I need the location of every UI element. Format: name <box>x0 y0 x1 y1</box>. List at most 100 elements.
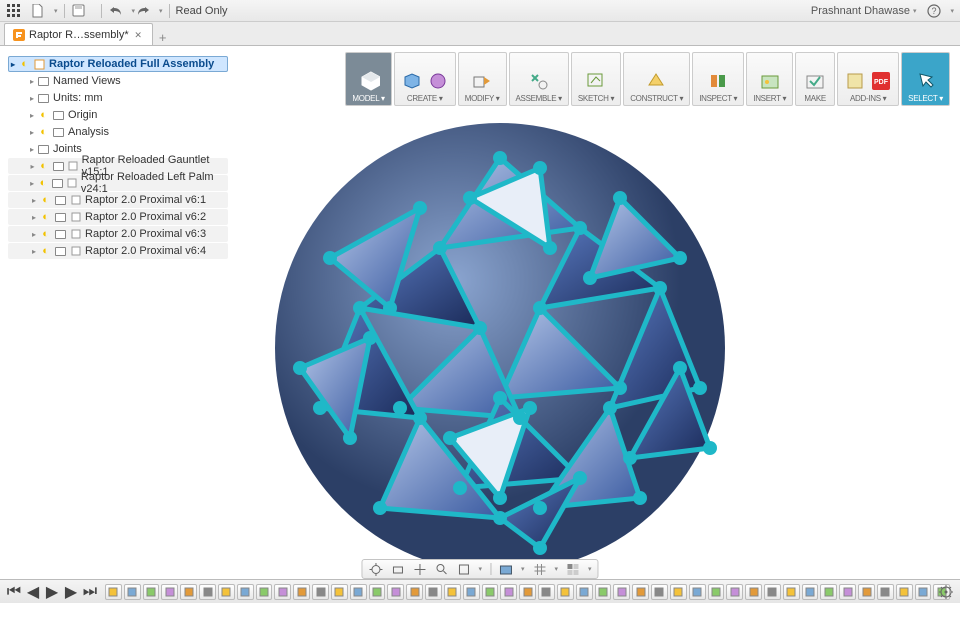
timeline-feature[interactable] <box>274 584 291 600</box>
component-icon <box>70 212 81 223</box>
timeline-feature[interactable] <box>237 584 254 600</box>
browser-row[interactable]: ▸Units: mm <box>8 90 228 106</box>
orbit-icon[interactable] <box>368 562 382 576</box>
ribbon-select[interactable]: SELECT ▾ <box>901 52 950 106</box>
timeline-feature[interactable] <box>444 584 461 600</box>
timeline-feature[interactable] <box>783 584 800 600</box>
ribbon-construct[interactable]: CONSTRUCT ▾ <box>623 52 690 106</box>
timeline-feature[interactable] <box>105 584 122 600</box>
timeline-feature[interactable] <box>764 584 781 600</box>
timeline-feature[interactable] <box>576 584 593 600</box>
timeline-feature[interactable] <box>312 584 329 600</box>
ribbon-assemble[interactable]: ASSEMBLE ▾ <box>509 52 569 106</box>
timeline-feature[interactable] <box>406 584 423 600</box>
model-browser: ▸ ◐ Raptor Reloaded Full Assembly ▸Named… <box>8 56 228 260</box>
viewport-3d[interactable] <box>230 108 770 588</box>
lightbulb-icon: ◐ <box>19 59 30 70</box>
browser-row[interactable]: ▸◐Raptor 2.0 Proximal v6:2 <box>8 209 228 225</box>
browser-row-label: Raptor 2.0 Proximal v6:1 <box>85 194 206 206</box>
redo-icon[interactable] <box>135 3 151 19</box>
browser-row[interactable]: ▸◐Analysis <box>8 124 228 140</box>
look-icon[interactable] <box>390 562 404 576</box>
timeline-feature[interactable] <box>369 584 386 600</box>
timeline-feature[interactable] <box>387 584 404 600</box>
timeline-feature[interactable] <box>802 584 819 600</box>
timeline-feature[interactable] <box>500 584 517 600</box>
browser-row[interactable]: ▸◐Raptor 2.0 Proximal v6:4 <box>8 243 228 259</box>
timeline-feature[interactable] <box>858 584 875 600</box>
timeline-feature[interactable] <box>689 584 706 600</box>
timeline-feature[interactable] <box>896 584 913 600</box>
workspace-model[interactable]: MODEL ▾ <box>345 52 391 106</box>
folder-icon <box>53 161 64 172</box>
timeline-prev-icon[interactable]: ◀ <box>25 584 41 600</box>
timeline-feature[interactable] <box>670 584 687 600</box>
new-tab-button[interactable]: + <box>153 30 173 45</box>
timeline-next-icon[interactable]: ▶ <box>63 584 79 600</box>
timeline-feature[interactable] <box>557 584 574 600</box>
timeline-feature[interactable] <box>331 584 348 600</box>
undo-icon[interactable] <box>108 3 124 19</box>
browser-row[interactable]: ▸◐Raptor Reloaded Left Palm v24:1 <box>8 175 228 191</box>
ribbon-create[interactable]: CREATE ▾ <box>394 52 456 106</box>
close-icon[interactable]: ✕ <box>133 29 144 40</box>
timeline-feature[interactable] <box>708 584 725 600</box>
timeline-feature[interactable] <box>877 584 894 600</box>
timeline-feature[interactable] <box>651 584 668 600</box>
ribbon-inspect[interactable]: INSPECT ▾ <box>692 52 744 106</box>
lightbulb-icon: ◐ <box>38 127 49 138</box>
ribbon-make[interactable]: MAKE <box>795 52 835 106</box>
settings-icon[interactable] <box>938 584 954 600</box>
timeline-feature[interactable] <box>538 584 555 600</box>
timeline-feature[interactable] <box>482 584 499 600</box>
fit-icon[interactable] <box>456 562 470 576</box>
timeline-feature[interactable] <box>143 584 160 600</box>
lightbulb-icon: ◐ <box>40 212 51 223</box>
browser-row[interactable]: ▸Named Views <box>8 73 228 89</box>
timeline-feature[interactable] <box>726 584 743 600</box>
save-icon[interactable] <box>71 3 87 19</box>
browser-row[interactable]: ▸◐Raptor 2.0 Proximal v6:3 <box>8 226 228 242</box>
grid-icon[interactable] <box>533 562 547 576</box>
browser-row-label: Joints <box>53 143 82 155</box>
ribbon-addins[interactable]: PDF ADD-INS ▾ <box>837 52 899 106</box>
display-icon[interactable] <box>499 562 513 576</box>
timeline-end-icon[interactable]: ⏭ <box>82 584 98 600</box>
timeline-feature[interactable] <box>180 584 197 600</box>
timeline-feature[interactable] <box>839 584 856 600</box>
ribbon-modify[interactable]: MODIFY ▾ <box>458 52 507 106</box>
browser-row[interactable]: ▸◐Raptor 2.0 Proximal v6:1 <box>8 192 228 208</box>
document-tab[interactable]: Raptor R…ssembly* ✕ <box>4 23 153 45</box>
timeline-feature[interactable] <box>519 584 536 600</box>
timeline-feature[interactable] <box>218 584 235 600</box>
timeline-feature[interactable] <box>613 584 630 600</box>
timeline-feature[interactable] <box>820 584 837 600</box>
timeline-start-icon[interactable]: ⏮ <box>6 584 22 600</box>
pan-icon[interactable] <box>412 562 426 576</box>
file-icon[interactable] <box>30 3 46 19</box>
timeline-feature[interactable] <box>350 584 367 600</box>
help-icon[interactable]: ? <box>926 3 942 19</box>
timeline-play-icon[interactable]: ▶ <box>44 584 60 600</box>
timeline-feature[interactable] <box>463 584 480 600</box>
timeline-feature[interactable] <box>632 584 649 600</box>
timeline-feature[interactable] <box>124 584 141 600</box>
user-name[interactable]: Prashnant Dhawase <box>811 5 910 17</box>
apps-icon[interactable] <box>6 3 22 19</box>
zoom-icon[interactable] <box>434 562 448 576</box>
timeline-feature[interactable] <box>161 584 178 600</box>
timeline-feature[interactable] <box>425 584 442 600</box>
timeline-feature[interactable] <box>199 584 216 600</box>
component-icon <box>70 195 81 206</box>
viewport-layout-icon[interactable] <box>566 562 580 576</box>
timeline-feature[interactable] <box>745 584 762 600</box>
browser-row[interactable]: ▸◐Origin <box>8 107 228 123</box>
ribbon-sketch[interactable]: SKETCH ▾ <box>571 52 621 106</box>
timeline-feature[interactable] <box>915 584 932 600</box>
timeline-feature[interactable] <box>293 584 310 600</box>
timeline-stage[interactable] <box>105 584 950 600</box>
browser-root[interactable]: ▸ ◐ Raptor Reloaded Full Assembly <box>8 56 228 72</box>
timeline-feature[interactable] <box>256 584 273 600</box>
timeline-feature[interactable] <box>595 584 612 600</box>
ribbon-insert[interactable]: INSERT ▾ <box>746 52 793 106</box>
